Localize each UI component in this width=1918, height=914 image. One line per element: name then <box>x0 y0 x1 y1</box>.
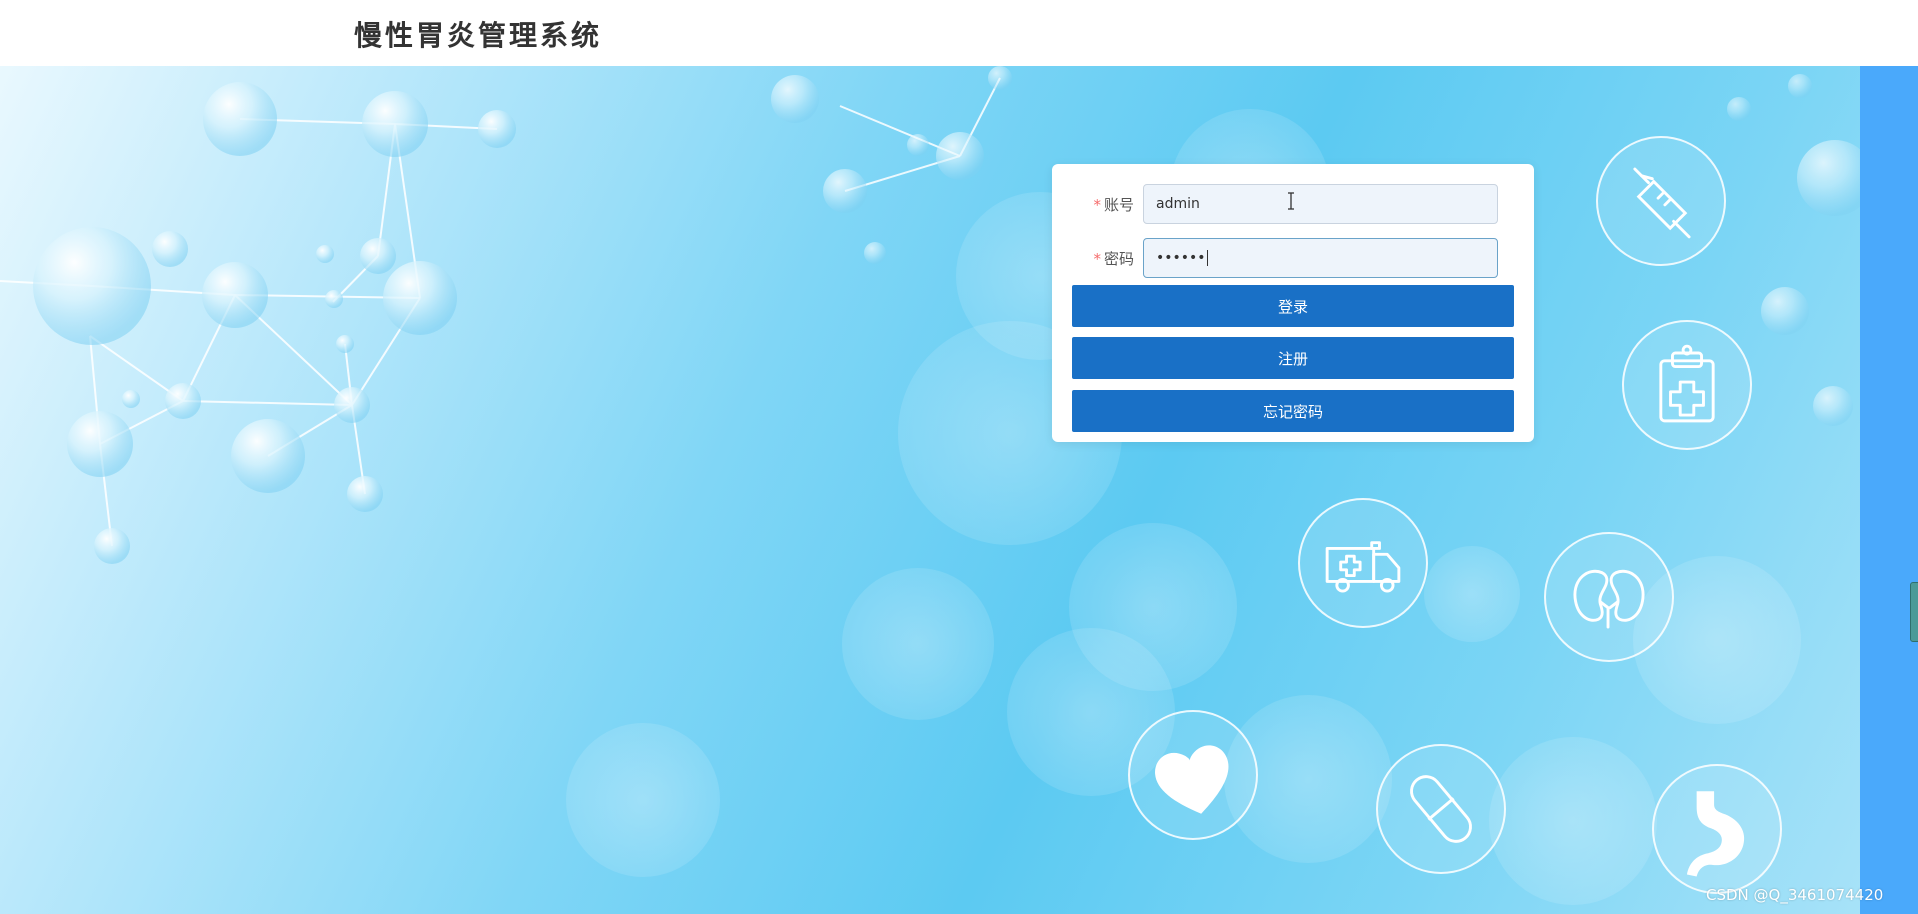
ambulance-icon <box>1298 498 1428 628</box>
password-label: * 密码 <box>1078 238 1134 280</box>
account-input-value: admin <box>1156 196 1200 212</box>
background-scene <box>0 66 1860 914</box>
watermark: CSDN @Q_3461074420 <box>1706 886 1884 904</box>
required-mark: * <box>1093 196 1101 214</box>
password-row: * 密码 •••••• <box>1052 238 1534 280</box>
password-input-value: •••••• <box>1156 250 1206 266</box>
password-label-text: 密码 <box>1103 250 1134 268</box>
register-button[interactable]: 注册 <box>1072 337 1514 379</box>
page-title: 慢性胃炎管理系统 <box>354 19 603 52</box>
clipboard-medical-icon <box>1622 320 1752 450</box>
text-caret <box>1206 250 1208 266</box>
app-header: 慢性胃炎管理系统 <box>0 0 1918 66</box>
heart-icon <box>1128 710 1258 840</box>
right-edge-panel <box>1860 66 1918 914</box>
pill-icon <box>1376 744 1506 874</box>
syringe-icon <box>1596 136 1726 266</box>
login-page: 慢性胃炎管理系统 * 账号 admin * 密码 •••••• 登录 注册 忘记… <box>0 0 1918 914</box>
kidneys-icon <box>1544 532 1674 662</box>
side-scroll-handle[interactable] <box>1910 582 1918 642</box>
account-input[interactable]: admin <box>1143 184 1498 224</box>
account-label: * 账号 <box>1078 184 1134 226</box>
required-mark: * <box>1093 250 1101 268</box>
text-cursor-icon <box>1288 192 1294 210</box>
forgot-password-button[interactable]: 忘记密码 <box>1072 390 1514 432</box>
account-label-text: 账号 <box>1103 196 1134 214</box>
password-input[interactable]: •••••• <box>1143 238 1498 278</box>
login-button[interactable]: 登录 <box>1072 285 1514 327</box>
background-decoration <box>0 66 1860 905</box>
stomach-icon <box>1652 764 1782 894</box>
